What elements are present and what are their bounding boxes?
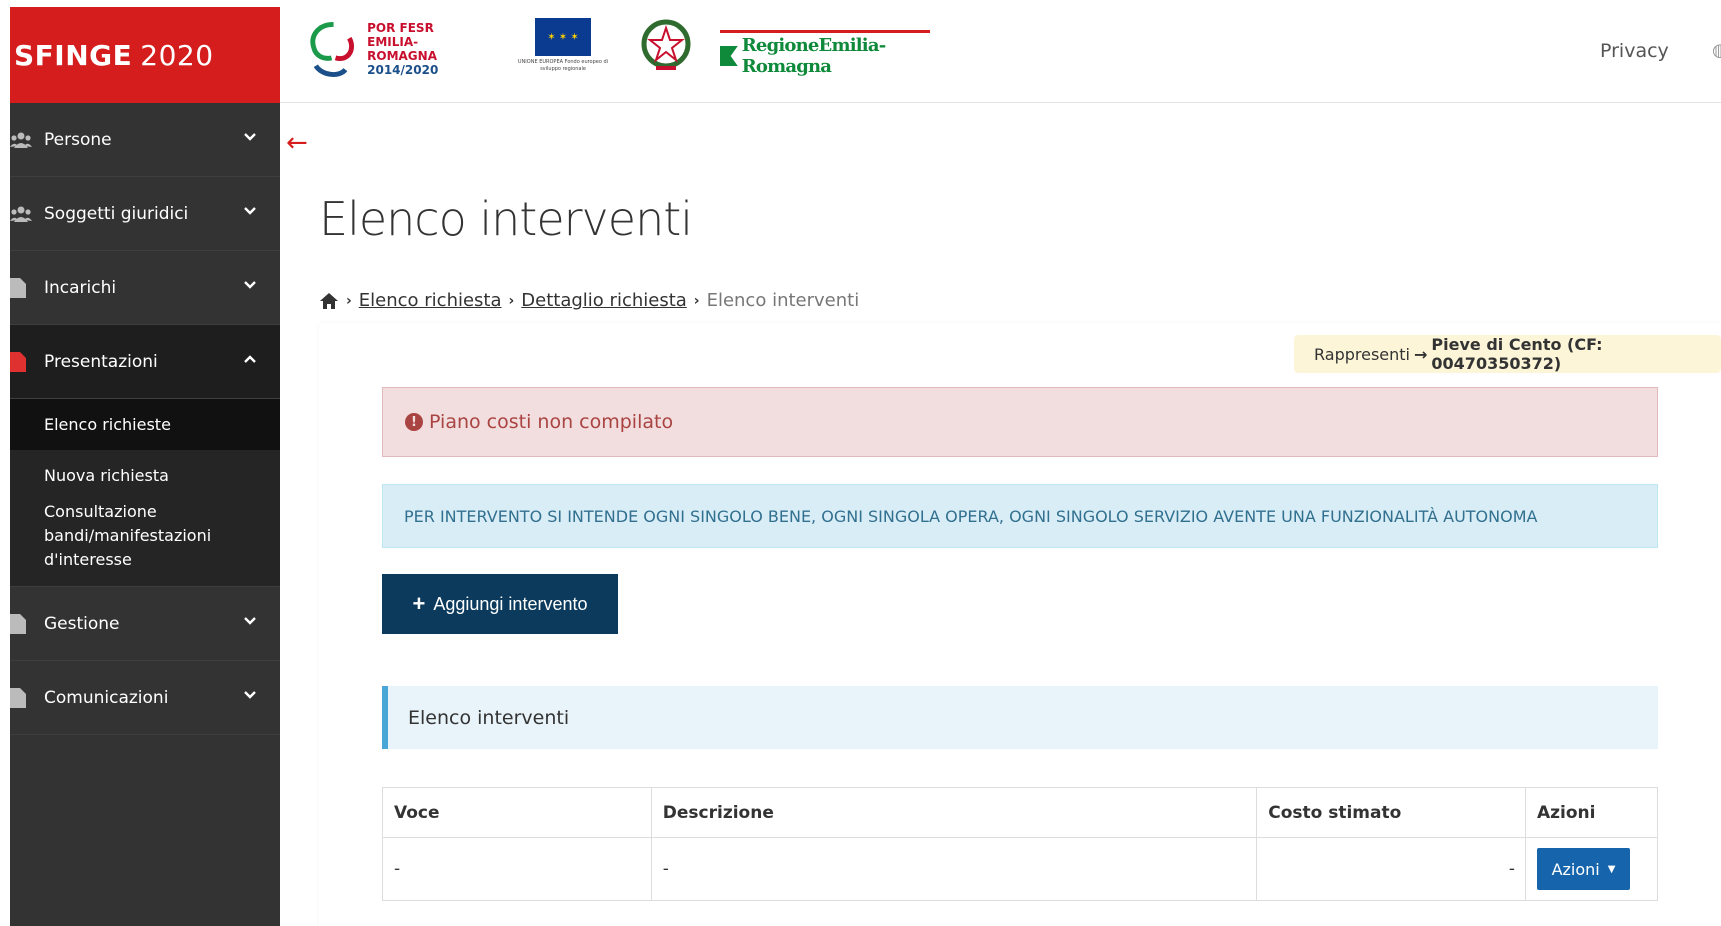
globe-icon[interactable]: ◍ (1712, 40, 1721, 61)
column-header-costo-stimato[interactable]: Costo stimato (1256, 787, 1526, 838)
chevron-down-icon (244, 133, 256, 141)
column-header-azioni: Azioni (1525, 787, 1658, 838)
file-icon (10, 688, 32, 708)
cell-descrizione: - (650, 837, 1258, 901)
file-icon (10, 278, 32, 298)
alert-info-intervento: PER INTERVENTO SI INTENDE OGNI SINGOLO B… (382, 484, 1658, 548)
chevron-down-icon (244, 691, 256, 699)
sidebar: Persone Soggetti giuridici Incarichi Pre… (10, 103, 280, 926)
eu-logo: ✶ ✶ ✶ UNIONE EUROPEA Fondo europeo di sv… (514, 18, 612, 76)
alert-info-text: PER INTERVENTO SI INTENDE OGNI SINGOLO B… (404, 506, 1538, 526)
alert-piano-costi: ! Piano costi non compilato (382, 387, 1658, 457)
brand-name: SFINGE (14, 38, 133, 72)
azioni-dropdown-button[interactable]: Azioni ▼ (1537, 848, 1630, 890)
top-header: SFINGE 2020 POR FESR EMILIA-ROMAGNA 2014… (0, 0, 1721, 103)
users-icon (10, 130, 32, 150)
region-logo-bar (720, 30, 930, 33)
cell-azioni: Azioni ▼ (1525, 837, 1658, 901)
presentazioni-submenu: Elenco richieste Nuova richiesta Consult… (10, 399, 280, 587)
cell-voce: - (382, 837, 652, 901)
column-header-voce[interactable]: Voce (382, 787, 652, 838)
sidebar-item-comunicazioni[interactable]: Comunicazioni (10, 661, 280, 735)
azioni-label: Azioni (1551, 859, 1600, 879)
sidebar-subitem-nuova-richiesta[interactable]: Nuova richiesta (10, 450, 280, 498)
chevron-down-icon (244, 281, 256, 289)
sidebar-item-label: Gestione (44, 613, 120, 634)
por-line1: POR FESR (367, 21, 434, 35)
exclamation-circle-icon: ! (405, 413, 423, 431)
cell-costo-stimato: - (1256, 837, 1526, 901)
breadcrumb-separator-icon: › (346, 292, 352, 309)
users-icon (10, 204, 32, 224)
por-fesr-logo: POR FESR EMILIA-ROMAGNA 2014/2020 (306, 18, 486, 80)
chevron-down-icon (244, 617, 256, 625)
add-intervento-label: Aggiungi intervento (433, 593, 588, 614)
emblem-icon (641, 19, 691, 70)
page-title: Elenco interventi (319, 192, 693, 246)
breadcrumb-current: Elenco interventi (706, 290, 860, 311)
rappresenti-label: Rappresenti (1314, 344, 1410, 364)
left-edge (0, 0, 10, 926)
add-intervento-button[interactable]: + Aggiungi intervento (382, 574, 618, 634)
region-logo: RegioneEmilia-Romagna (720, 30, 930, 77)
plus-icon: + (412, 591, 426, 616)
chevron-up-icon (244, 355, 256, 363)
republic-emblem (640, 18, 692, 74)
column-header-descrizione[interactable]: Descrizione (650, 787, 1258, 838)
region-mark-icon (720, 46, 738, 66)
brand-logo[interactable]: SFINGE 2020 (10, 7, 280, 103)
sidebar-item-label: Comunicazioni (44, 687, 169, 708)
caret-down-icon: ▼ (1607, 863, 1616, 875)
sidebar-item-gestione[interactable]: Gestione (10, 587, 280, 661)
file-icon (10, 352, 32, 372)
interventi-table: Voce Descrizione Costo stimato Azioni - … (382, 787, 1658, 901)
table-row: - - - Azioni ▼ (382, 837, 1658, 901)
por-line2: EMILIA-ROMAGNA (367, 35, 437, 63)
sidebar-item-label: Persone (44, 129, 112, 150)
breadcrumb-separator-icon: › (508, 292, 515, 309)
sidebar-subitem-consultazione-bandi[interactable]: Consultazione bandi/manifestazioni d'int… (10, 498, 280, 586)
rappresenti-badge: Rappresenti → Pieve di Cento (CF: 004703… (1294, 335, 1721, 373)
breadcrumb: › Elenco richiesta › Dettaglio richiesta… (319, 290, 859, 311)
sidebar-item-presentazioni[interactable]: Presentazioni (10, 325, 280, 399)
chevron-down-icon (244, 207, 256, 215)
sidebar-item-label: Incarichi (44, 277, 117, 298)
por-swirl-icon (310, 21, 355, 77)
sidebar-item-soggetti-giuridici[interactable]: Soggetti giuridici (10, 177, 280, 251)
sidebar-item-label: Presentazioni (44, 351, 158, 372)
file-icon (10, 614, 32, 634)
home-icon[interactable] (319, 292, 339, 310)
breadcrumb-separator-icon: › (693, 292, 700, 309)
eu-flag-icon: ✶ ✶ ✶ (535, 18, 591, 56)
privacy-link[interactable]: Privacy (1600, 40, 1669, 62)
alert-danger-text: Piano costi non compilato (429, 411, 674, 433)
por-line3: 2014/2020 (367, 63, 439, 77)
rappresenti-entity: Pieve di Cento (CF: 00470350372) (1431, 335, 1603, 373)
region-name: RegioneEmilia-Romagna (741, 35, 886, 77)
sidebar-item-persone[interactable]: Persone (10, 103, 280, 177)
eu-caption: UNIONE EUROPEA Fondo europeo di sviluppo… (517, 59, 609, 72)
sidebar-subitem-elenco-richieste[interactable]: Elenco richieste (10, 399, 280, 450)
brand-year: 2020 (140, 38, 214, 72)
breadcrumb-elenco-richiesta[interactable]: Elenco richiesta (359, 290, 502, 311)
section-heading: Elenco interventi (382, 686, 1658, 749)
table-header-row: Voce Descrizione Costo stimato Azioni (382, 787, 1658, 838)
sidebar-item-label: Soggetti giuridici (44, 203, 189, 224)
breadcrumb-dettaglio-richiesta[interactable]: Dettaglio richiesta (521, 290, 687, 311)
sidebar-item-incarichi[interactable]: Incarichi (10, 251, 280, 325)
arrow-right-icon: → (1414, 344, 1428, 364)
sidebar-toggle-arrow-icon[interactable]: ← (286, 128, 308, 158)
